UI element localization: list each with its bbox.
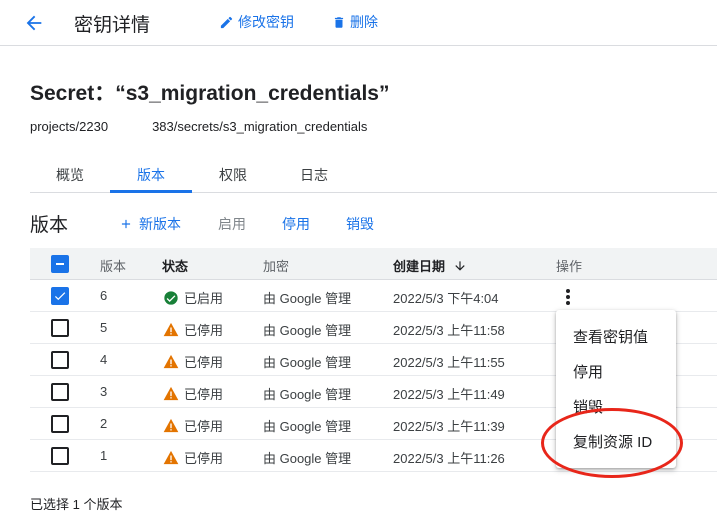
menu-item-copy-resource-id[interactable]: 复制资源 ID (573, 431, 652, 452)
table-header: 版本 状态 加密 创建日期 操作 (30, 248, 717, 280)
delete-label: 删除 (350, 14, 378, 30)
status-cell: 已启用 (163, 288, 223, 307)
tab-permissions[interactable]: 权限 (219, 165, 247, 185)
version-number: 3 (100, 384, 108, 399)
redacted-mask (108, 119, 153, 133)
column-actions: 操作 (556, 259, 583, 274)
row-actions-menu: 查看密钥值 停用 销毁 复制资源 ID (556, 310, 676, 468)
versions-heading: 版本 (30, 215, 69, 236)
table-row[interactable]: 6 已启用 由 Google 管理 2022/5/3 下午4:04 (30, 280, 717, 312)
row-checkbox[interactable] (51, 383, 69, 401)
status-cell: 已停用 (163, 448, 223, 467)
new-version-button[interactable]: 新版本 (119, 214, 181, 234)
status-cell: 已停用 (163, 320, 223, 339)
more-actions-icon[interactable] (563, 287, 573, 307)
status-text: 已停用 (184, 419, 224, 434)
selection-count: 已选择 1 个版本 (30, 497, 123, 512)
status-cell: 已停用 (163, 384, 223, 403)
secret-path-suffix: 383/secrets/s3_migration_credentials (152, 119, 368, 134)
version-number: 4 (100, 352, 108, 367)
warning-icon (163, 354, 179, 369)
version-number: 1 (100, 448, 108, 463)
tab-versions[interactable]: 版本 (137, 165, 165, 185)
warning-icon (163, 450, 179, 465)
version-number: 6 (100, 288, 108, 303)
menu-item-view-value[interactable]: 查看密钥值 (573, 326, 648, 347)
arrow-back-icon (26, 15, 42, 31)
warning-icon (163, 418, 179, 433)
status-cell: 已停用 (163, 352, 223, 371)
encryption-cell: 由 Google 管理 (263, 323, 352, 338)
menu-item-destroy[interactable]: 销毁 (573, 396, 603, 417)
created-cell: 2022/5/3 上午11:58 (393, 323, 505, 338)
column-created-sort[interactable]: 创建日期 (393, 256, 467, 275)
check-icon (54, 292, 66, 301)
arrow-down-icon (455, 260, 465, 271)
new-version-label: 新版本 (139, 216, 181, 232)
encryption-cell: 由 Google 管理 (263, 387, 352, 402)
delete-button[interactable]: 删除 (332, 12, 378, 32)
row-checkbox[interactable] (51, 447, 69, 465)
active-tab-indicator (110, 190, 192, 193)
encryption-cell: 由 Google 管理 (263, 291, 352, 306)
enable-button[interactable]: 启用 (218, 214, 246, 234)
top-bar: 密钥详情 修改密钥 删除 (0, 0, 717, 46)
created-cell: 2022/5/3 上午11:26 (393, 451, 505, 466)
edit-secret-button[interactable]: 修改密钥 (219, 12, 294, 32)
destroy-button[interactable]: 销毁 (346, 214, 374, 234)
version-number: 5 (100, 320, 108, 335)
check-circle-icon (164, 290, 178, 305)
warning-icon (163, 386, 179, 401)
secret-path: projects/2230 383/secrets/s3_migration_c… (30, 119, 367, 134)
column-encryption: 加密 (263, 259, 290, 274)
created-cell: 2022/5/3 上午11:39 (393, 419, 505, 434)
column-created: 创建日期 (393, 259, 446, 274)
row-checkbox[interactable] (51, 415, 69, 433)
created-cell: 2022/5/3 上午11:49 (393, 387, 505, 402)
created-cell: 2022/5/3 下午4:04 (393, 291, 499, 306)
trash-icon (334, 16, 344, 28)
status-text: 已停用 (184, 355, 224, 370)
disable-button[interactable]: 停用 (282, 214, 310, 234)
column-status: 状态 (162, 259, 189, 274)
column-version: 版本 (100, 259, 127, 274)
tab-logs[interactable]: 日志 (300, 165, 328, 185)
encryption-cell: 由 Google 管理 (263, 451, 352, 466)
created-cell: 2022/5/3 上午11:55 (393, 355, 505, 370)
tab-overview[interactable]: 概览 (56, 165, 84, 185)
row-checkbox[interactable] (51, 287, 69, 305)
secret-title: Secret：“s3_migration_credentials” (30, 82, 390, 105)
row-checkbox[interactable] (51, 319, 69, 337)
edit-secret-label: 修改密钥 (238, 14, 294, 30)
back-button[interactable] (20, 9, 48, 37)
menu-item-disable[interactable]: 停用 (573, 361, 603, 382)
warning-icon (163, 322, 179, 337)
plus-icon (121, 219, 131, 229)
row-checkbox[interactable] (51, 351, 69, 369)
page-title: 密钥详情 (74, 15, 151, 36)
pencil-icon (220, 16, 233, 28)
version-number: 2 (100, 416, 108, 431)
encryption-cell: 由 Google 管理 (263, 419, 352, 434)
tab-bar: 概览 版本 权限 日志 (30, 155, 717, 193)
status-text: 已停用 (184, 323, 224, 338)
encryption-cell: 由 Google 管理 (263, 355, 352, 370)
select-all-checkbox[interactable] (51, 255, 69, 273)
secret-path-prefix: projects/2230 (30, 119, 109, 134)
status-cell: 已停用 (163, 416, 223, 435)
status-text: 已停用 (184, 451, 224, 466)
status-text: 已停用 (184, 387, 224, 402)
status-text: 已启用 (184, 291, 224, 306)
